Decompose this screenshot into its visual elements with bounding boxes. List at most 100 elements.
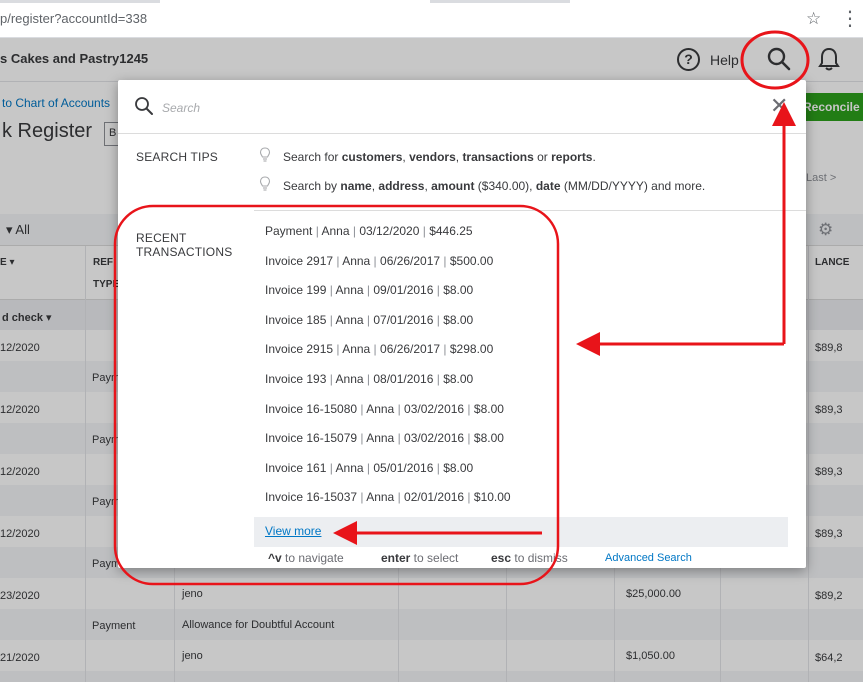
tab-edge [430, 0, 570, 3]
transaction-amount: $298.00 [449, 342, 494, 357]
tab-edge [0, 0, 160, 3]
separator: | [394, 401, 405, 416]
transaction-name: Invoice 16-15079 [265, 431, 358, 446]
separator: | [433, 460, 444, 475]
recent-transaction-item[interactable]: Invoice 161 | Anna | 05/01/2016 | $8.00 [265, 461, 665, 491]
separator: | [394, 431, 405, 446]
recent-transaction-item[interactable]: Payment | Anna | 03/12/2020 | $446.25 [265, 224, 665, 254]
hint-key: ^v [268, 551, 282, 565]
transaction-customer: Anna [366, 490, 395, 505]
separator: | [433, 283, 444, 298]
lightbulb-icon [259, 176, 271, 191]
transaction-date: 06/26/2017 [380, 342, 441, 357]
separator: | [326, 312, 336, 327]
transaction-name: Invoice 193 [265, 371, 327, 386]
dismiss-hint: esc to dismiss [491, 551, 568, 565]
separator: | [394, 490, 405, 505]
separator: | [326, 460, 336, 475]
separator: | [363, 283, 374, 298]
search-input[interactable] [162, 97, 722, 119]
separator: | [370, 342, 381, 357]
transaction-amount: $8.00 [443, 371, 474, 386]
transaction-name: Invoice 185 [265, 312, 327, 327]
hint-text: to dismiss [511, 551, 568, 565]
transaction-amount: $446.25 [429, 224, 473, 238]
recent-transaction-item[interactable]: Invoice 2915 | Anna | 06/26/2017 | $298.… [265, 342, 665, 372]
tip-keyword: amount [431, 179, 475, 193]
tip-keyword: name [340, 179, 372, 193]
tip-keyword: reports [551, 150, 593, 164]
tip-keyword: date [535, 179, 561, 193]
separator: | [464, 490, 474, 505]
separator: | [357, 401, 367, 416]
transaction-customer: Anna [342, 253, 371, 268]
transaction-date: 02/01/2016 [404, 490, 465, 505]
separator: | [433, 312, 444, 327]
transaction-date: 07/01/2016 [373, 312, 434, 327]
divider [254, 210, 806, 211]
transaction-amount: $8.00 [473, 431, 504, 446]
advanced-search-link[interactable]: Advanced Search [605, 552, 692, 564]
transaction-name: Invoice 2915 [265, 342, 334, 357]
transaction-customer: Anna [335, 371, 364, 386]
transaction-amount: $10.00 [473, 490, 511, 505]
recent-transactions-heading: RECENT TRANSACTIONS [136, 231, 232, 259]
browser-address-bar: p/register?accountId=338 ☆ ⋮ [0, 0, 863, 38]
separator: | [349, 224, 360, 238]
recent-transaction-item[interactable]: Invoice 193 | Anna | 08/01/2016 | $8.00 [265, 372, 665, 402]
transaction-amount: $8.00 [443, 312, 474, 327]
recent-transaction-item[interactable]: Invoice 16-15037 | Anna | 02/01/2016 | $… [265, 490, 665, 520]
navigate-hint: ^v to navigate [268, 551, 344, 565]
hint-key: enter [381, 551, 411, 565]
url-text[interactable]: p/register?accountId=338 [0, 11, 147, 26]
separator: | [464, 401, 474, 416]
transaction-customer: Anna [342, 342, 371, 357]
kebab-menu-icon[interactable]: ⋮ [840, 6, 860, 31]
transaction-name: Invoice 16-15080 [265, 401, 358, 416]
hint-key: esc [491, 551, 512, 565]
tip-keyword: vendors [409, 150, 456, 164]
recent-heading-line: RECENT [136, 231, 187, 245]
transaction-name: Invoice 16-15037 [265, 490, 358, 505]
close-x-icon[interactable]: ✕ [770, 95, 788, 117]
star-icon[interactable]: ☆ [806, 9, 821, 29]
recent-transaction-item[interactable]: Invoice 16-15080 | Anna | 03/02/2016 | $… [265, 402, 665, 432]
separator: | [357, 490, 367, 505]
separator: | [464, 431, 474, 446]
transaction-date: 08/01/2016 [373, 371, 434, 386]
select-hint: enter to select [381, 551, 458, 565]
recent-transaction-item[interactable]: Invoice 199 | Anna | 09/01/2016 | $8.00 [265, 283, 665, 313]
transaction-customer: Anna [335, 312, 364, 327]
separator: | [370, 253, 381, 268]
tip-keyword: customers [341, 150, 403, 164]
search-modal: ✕ SEARCH TIPS Search for customers, vend… [118, 80, 806, 568]
search-tips-heading: SEARCH TIPS [136, 150, 218, 164]
view-more-link[interactable]: View more [265, 524, 321, 538]
separator: | [326, 283, 336, 298]
tip-text: (MM/DD/YYYY) and more. [560, 179, 706, 193]
transaction-date: 03/12/2020 [359, 224, 420, 238]
transaction-date: 03/02/2016 [404, 401, 465, 416]
tip-text: ($340.00), [474, 179, 536, 193]
tip-keyword: transactions [462, 150, 534, 164]
separator: | [440, 253, 450, 268]
tip-text: or [533, 150, 552, 164]
keyboard-hints-footer: ^v to navigate enter to select esc to di… [118, 548, 806, 568]
recent-transaction-item[interactable]: Invoice 185 | Anna | 07/01/2016 | $8.00 [265, 313, 665, 343]
view-more-row [254, 517, 788, 547]
transaction-amount: $8.00 [443, 283, 474, 298]
recent-transaction-item[interactable]: Invoice 2917 | Anna | 06/26/2017 | $500.… [265, 254, 665, 284]
separator: | [333, 253, 343, 268]
recent-heading-line: TRANSACTIONS [136, 245, 233, 259]
separator: | [333, 342, 343, 357]
transaction-name: Invoice 2917 [265, 253, 334, 268]
transaction-customer: Anna [335, 460, 364, 475]
separator: | [363, 312, 374, 327]
transaction-name: Invoice 161 [265, 460, 327, 475]
tip-text: Search by [283, 179, 341, 193]
recent-transaction-item[interactable]: Invoice 16-15079 | Anna | 03/02/2016 | $… [265, 431, 665, 461]
transaction-customer: Anna [366, 401, 395, 416]
separator: | [326, 371, 336, 386]
transaction-amount: $8.00 [443, 460, 474, 475]
tip-text: Search for [283, 150, 342, 164]
